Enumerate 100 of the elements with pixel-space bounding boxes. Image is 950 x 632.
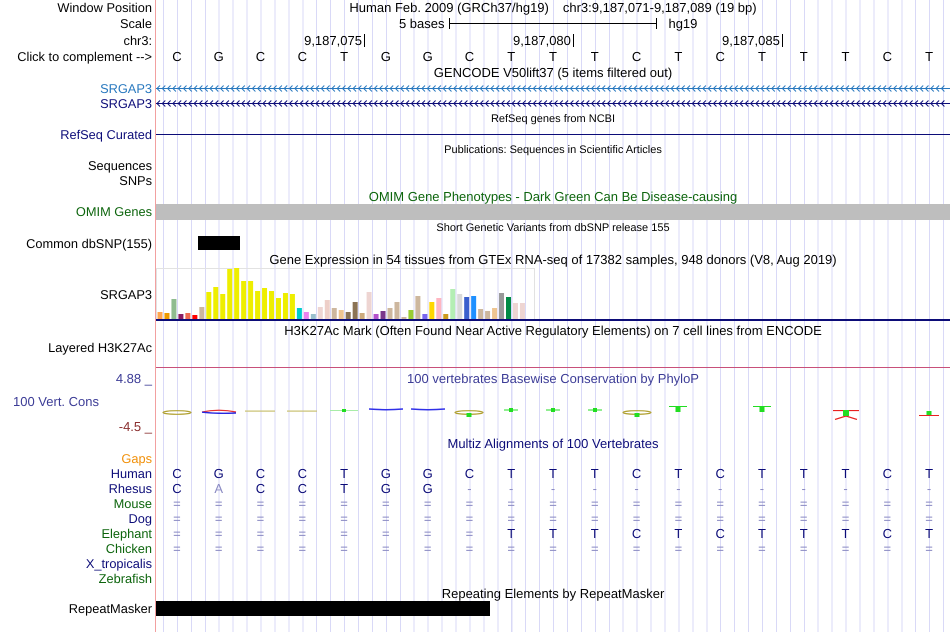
alignment-base: G — [422, 466, 433, 480]
alignment-base: C — [715, 466, 725, 480]
track-title: 100 vertebrates Basewise Conservation by PhyloP — [407, 372, 699, 386]
alignment-base: = — [424, 496, 432, 510]
alignment-base: - — [926, 482, 932, 496]
track-label[interactable]: Layered H3K27Ac — [48, 341, 152, 355]
alignment-base: G — [422, 482, 433, 496]
track-label[interactable]: Sequences — [88, 158, 152, 172]
conservation-mark — [162, 410, 192, 415]
omim-gene-bar[interactable] — [156, 204, 950, 220]
alignment-base: = — [340, 526, 348, 540]
variant-block[interactable] — [198, 236, 240, 250]
alignment-base: = — [256, 496, 264, 510]
alignment-base: - — [802, 482, 806, 496]
complement-link[interactable]: Click to complement --> — [17, 50, 152, 64]
alignment-base: = — [842, 512, 850, 526]
ruler-position: 9,187,080 — [513, 34, 574, 47]
alignment-base: - — [676, 482, 681, 496]
gene-label[interactable]: SRGAP3 — [100, 82, 152, 96]
ruler-position: 9,187,085 — [722, 34, 783, 47]
repeat-element-bar[interactable] — [156, 601, 490, 616]
alignment-base: = — [173, 512, 181, 526]
species-label: Zebrafish — [98, 572, 152, 586]
alignment-base: = — [632, 512, 640, 526]
gene-label[interactable]: SRGAP3 — [100, 96, 152, 110]
gaps-label: Gaps — [121, 452, 152, 466]
alignment-base: A — [214, 482, 224, 496]
track-title: OMIM Gene Phenotypes - Dark Green Can Be Disease-causing — [368, 190, 738, 204]
alignment-base: - — [718, 482, 722, 496]
base-letter: C — [715, 50, 725, 64]
track-label[interactable]: 100 Vert. Cons — [13, 395, 99, 409]
alignment-base: = — [466, 542, 474, 556]
conservation-mark — [588, 408, 602, 412]
expression-bar[interactable] — [352, 302, 358, 319]
alignment-base: C — [172, 466, 182, 480]
base-letter: T — [674, 50, 682, 64]
track-label[interactable]: RepeatMasker — [68, 602, 152, 616]
alignment-base: G — [380, 466, 391, 480]
scale-bar-label: 5 bases — [398, 16, 446, 30]
alignment-base: T — [507, 526, 516, 540]
alignment-base: = — [716, 496, 724, 510]
alignment-base: C — [172, 482, 182, 496]
track-title: Publications: Sequences in Scientific Articles — [444, 143, 662, 157]
alignment-base: = — [298, 496, 306, 510]
conservation-mark — [669, 406, 688, 412]
alignment-base: = — [884, 512, 892, 526]
alignment-base: C — [882, 526, 892, 540]
ruler-position: 9,187,075 — [304, 34, 365, 47]
alignment-base: = — [716, 512, 724, 526]
alignment-base: C — [298, 482, 307, 496]
expression-bar[interactable] — [346, 312, 351, 319]
expression-bar[interactable] — [178, 314, 184, 319]
alignment-base: = — [466, 496, 474, 510]
track-title: GENCODE V50lift37 (5 items filtered out) — [434, 66, 672, 80]
alignment-base: = — [674, 496, 682, 510]
track-label[interactable]: OMIM Genes — [76, 205, 152, 219]
track-label[interactable]: SNPs — [119, 174, 152, 188]
expression-bar[interactable] — [422, 314, 428, 319]
ruler-label: chr3: — [124, 34, 152, 48]
alignment-base: = — [466, 526, 474, 540]
conservation-mark — [368, 408, 403, 411]
alignment-base: = — [758, 542, 766, 556]
alignment-base: = — [758, 496, 766, 510]
base-letter: C — [256, 50, 266, 64]
track-label[interactable]: SRGAP3 — [100, 288, 152, 302]
alignment-base: = — [632, 496, 640, 510]
species-label: Human — [110, 466, 152, 480]
alignment-base: = — [382, 542, 390, 556]
expression-bar[interactable] — [464, 297, 470, 319]
conservation-mark — [287, 410, 318, 412]
base-letter: T — [842, 50, 850, 64]
track-label[interactable]: Common dbSNP(155) — [26, 236, 152, 250]
alignment-base: = — [549, 512, 557, 526]
species-label: Chicken — [106, 542, 152, 556]
alignment-base: = — [925, 542, 933, 556]
track-label[interactable]: RefSeq Curated — [60, 128, 152, 142]
expression-bar[interactable] — [380, 311, 386, 319]
position-range: chr3:9,187,071-9,187,089 (19 bp) — [562, 0, 757, 14]
species-label: Dog — [128, 512, 152, 526]
alignment-base: T — [590, 526, 599, 540]
alignment-base: C — [256, 466, 266, 480]
alignment-base: T — [842, 526, 850, 540]
alignment-base: = — [256, 512, 264, 526]
base-letter: C — [172, 50, 182, 64]
transcript-line[interactable] — [156, 100, 950, 107]
base-letter: C — [464, 50, 474, 64]
alignment-base: - — [467, 482, 472, 496]
track-title: Gene Expression in 54 tissues from GTEx RNA-seq of 17382 samples, 948 donors (V8, Aug 2019) — [269, 252, 837, 266]
alignment-base: T — [925, 466, 934, 480]
track-title: RefSeq genes from NCBI — [490, 112, 616, 126]
alignment-base: T — [340, 482, 348, 496]
alignment-base: = — [632, 542, 640, 556]
base-letter: G — [214, 50, 224, 64]
alignment-base: = — [925, 496, 933, 510]
alignment-base: - — [634, 482, 639, 496]
expression-bar[interactable] — [374, 314, 379, 319]
alignment-base: = — [507, 542, 515, 556]
alignment-base: = — [549, 542, 557, 556]
axis-min-label: -4.5 _ — [118, 420, 152, 434]
species-label: Elephant — [101, 526, 152, 540]
